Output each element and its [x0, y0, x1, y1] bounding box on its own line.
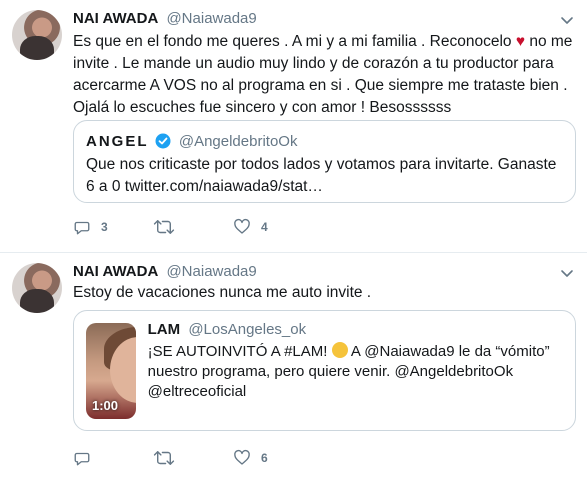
- tweet-actions: 6: [73, 448, 313, 468]
- quoted-tweet[interactable]: ANGEL @AngeldebritoOk Que nos criticaste…: [73, 120, 576, 203]
- quoted-tweet-header: LAM @LosAngeles_ok: [148, 321, 565, 338]
- quoted-tweet-body: LAM @LosAngeles_ok ¡SE AUTOINVITÓ A #LAM…: [136, 311, 575, 430]
- quoted-tweet-text: ¡SE AUTOINVITÓ A #LAM! A @Naiawada9 le d…: [147, 342, 550, 400]
- chevron-down-icon[interactable]: [559, 12, 575, 28]
- reply-count: 3: [101, 220, 108, 234]
- video-duration: 1:00: [92, 398, 119, 413]
- user-name[interactable]: NAI AWADA: [73, 10, 158, 27]
- retweet-button[interactable]: [153, 449, 233, 467]
- quoted-user-name: LAM: [147, 321, 181, 338]
- retweet-button[interactable]: [153, 218, 233, 236]
- retweet-icon: [153, 220, 175, 234]
- like-icon: [234, 218, 250, 234]
- reply-button[interactable]: 3: [73, 218, 153, 236]
- reply-icon: [74, 452, 90, 466]
- tweet-1[interactable]: NAI AWADA @Naiawada9 Es que en el fondo …: [0, 0, 587, 253]
- thinking-face-emoji: [331, 342, 348, 358]
- user-name[interactable]: NAI AWADA: [73, 263, 158, 280]
- tweet-header: NAI AWADA @Naiawada9: [73, 263, 257, 280]
- reply-icon: [74, 221, 90, 235]
- reply-button[interactable]: [73, 449, 153, 467]
- like-button[interactable]: 4: [233, 218, 313, 236]
- tweet-actions: 3 4: [73, 217, 313, 237]
- quoted-tweet[interactable]: 1:00 LAM @LosAngeles_ok ¡SE AUTOINVITÓ A…: [73, 310, 576, 431]
- like-count: 4: [261, 220, 268, 234]
- quoted-tweet-text: Que nos criticaste por todos lados y vot…: [86, 156, 557, 195]
- like-count: 6: [261, 451, 268, 465]
- retweet-icon: [153, 451, 175, 465]
- video-thumbnail[interactable]: 1:00: [86, 323, 136, 419]
- quoted-user-name: ANGEL: [86, 133, 149, 150]
- tweet-2[interactable]: NAI AWADA @Naiawada9 Estoy de vacaciones…: [0, 253, 587, 477]
- heart-emoji: ♥: [515, 33, 526, 50]
- tweet-header: NAI AWADA @Naiawada9: [73, 10, 257, 27]
- like-icon: [234, 449, 250, 465]
- tweet-text: Es que en el fondo me queres . A mi y a …: [73, 33, 573, 116]
- tweet-text: Estoy de vacaciones nunca me auto invite…: [73, 284, 372, 301]
- avatar[interactable]: [12, 263, 62, 313]
- quoted-tweet-header: ANGEL @AngeldebritoOk: [86, 133, 563, 150]
- avatar[interactable]: [12, 10, 62, 60]
- like-button[interactable]: 6: [233, 449, 313, 467]
- user-handle[interactable]: @Naiawada9: [166, 10, 256, 27]
- user-handle[interactable]: @Naiawada9: [166, 263, 256, 280]
- quoted-user-handle: @AngeldebritoOk: [178, 133, 298, 150]
- quoted-user-handle: @LosAngeles_ok: [188, 321, 307, 338]
- chevron-down-icon[interactable]: [559, 265, 575, 281]
- verified-icon: [155, 133, 171, 149]
